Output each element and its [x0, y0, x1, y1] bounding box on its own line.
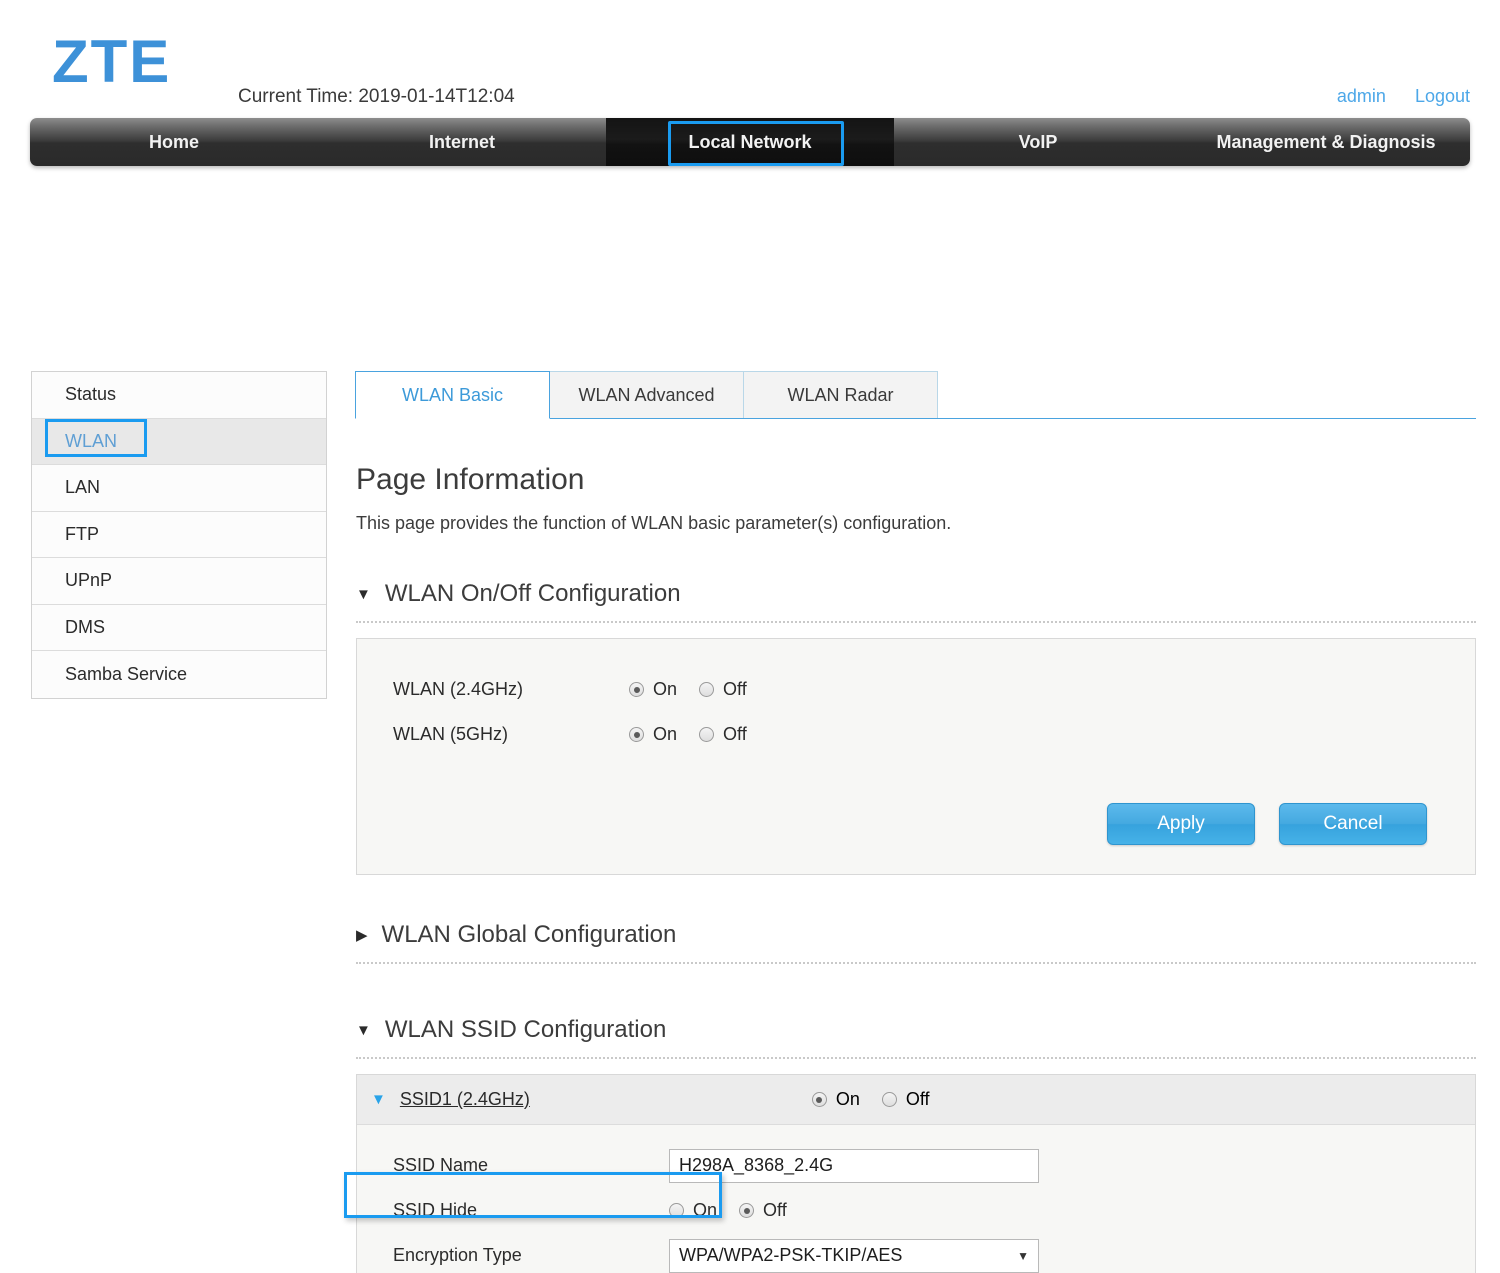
sidebar-item-lan[interactable]: LAN	[32, 465, 326, 512]
caret-right-icon: ▶	[356, 926, 368, 944]
content-tabs: WLAN Basic WLAN Advanced WLAN Radar	[356, 371, 1476, 419]
section-header-wlan-global[interactable]: ▶ WLAN Global Configuration	[356, 921, 1476, 949]
radio-wlan-24ghz-on[interactable]: On	[629, 679, 677, 700]
radio-wlan-5ghz-off[interactable]: Off	[699, 724, 747, 745]
radio-label-off: Off	[723, 724, 747, 745]
radio-label-on: On	[653, 679, 677, 700]
radio-wlan-24ghz-off[interactable]: Off	[699, 679, 747, 700]
label-ssid-name: SSID Name	[393, 1155, 669, 1176]
sidebar-item-samba-service[interactable]: Samba Service	[32, 651, 326, 698]
radio-label-off: Off	[723, 679, 747, 700]
radio-icon-on	[812, 1092, 827, 1107]
radio-group-ssid1-enable: On Off	[812, 1089, 952, 1110]
current-time-label: Current Time: 2019-01-14T12:04	[238, 86, 515, 108]
section-header-wlan-ssid[interactable]: ▼ WLAN SSID Configuration	[356, 1016, 1476, 1044]
radio-group-wlan-5ghz: On Off	[629, 724, 769, 745]
radio-label-on: On	[693, 1200, 717, 1221]
field-row-ssid-name: SSID Name	[357, 1143, 1475, 1188]
ssid-entry-header: ▼ SSID1 (2.4GHz) On Off	[357, 1075, 1475, 1125]
radio-label-on: On	[836, 1089, 860, 1110]
tab-wlan-advanced[interactable]: WLAN Advanced	[549, 371, 744, 419]
tab-wlan-radar[interactable]: WLAN Radar	[743, 371, 938, 419]
radio-ssid-hide-on[interactable]: On	[669, 1200, 717, 1221]
tab-wlan-basic[interactable]: WLAN Basic	[355, 371, 550, 419]
row-wlan-24ghz: WLAN (2.4GHz) On Off	[357, 667, 1475, 712]
label-wlan-5ghz: WLAN (5GHz)	[393, 724, 629, 745]
label-wlan-24ghz: WLAN (2.4GHz)	[393, 679, 629, 700]
caret-down-icon: ▼	[371, 1091, 386, 1108]
sidebar-item-status[interactable]: Status	[32, 372, 326, 419]
content-area: WLAN Basic WLAN Advanced WLAN Radar Page…	[356, 371, 1476, 1273]
radio-ssid1-off[interactable]: Off	[882, 1089, 930, 1110]
section-title-wlan-global: WLAN Global Configuration	[382, 921, 677, 949]
radio-icon-off	[669, 1203, 684, 1218]
section-title-wlan-onoff: WLAN On/Off Configuration	[385, 580, 681, 608]
panel-wlan-onoff: WLAN (2.4GHz) On Off WLAN (5GHz)	[356, 638, 1476, 875]
radio-ssid-hide-off[interactable]: Off	[739, 1200, 787, 1221]
field-row-encryption-type: Encryption Type WPA/WPA2-PSK-TKIP/AES ▼	[357, 1233, 1475, 1273]
ssid-entry-link[interactable]: SSID1 (2.4GHz)	[400, 1089, 812, 1110]
radio-label-off: Off	[906, 1089, 930, 1110]
section-divider	[356, 1057, 1476, 1059]
header-links: admin Logout	[1313, 86, 1470, 107]
label-ssid-hide: SSID Hide	[393, 1200, 669, 1221]
section-divider	[356, 962, 1476, 964]
admin-link[interactable]: admin	[1337, 86, 1386, 106]
label-encryption-type: Encryption Type	[393, 1245, 669, 1266]
radio-icon-on	[629, 727, 644, 742]
panel-wlan-ssid: ▼ SSID1 (2.4GHz) On Off SSID Name	[356, 1074, 1476, 1273]
radio-label-on: On	[653, 724, 677, 745]
radio-ssid1-on[interactable]: On	[812, 1089, 860, 1110]
section-header-wlan-onoff[interactable]: ▼ WLAN On/Off Configuration	[356, 580, 1476, 608]
radio-icon-on	[629, 682, 644, 697]
row-wlan-5ghz: WLAN (5GHz) On Off	[357, 712, 1475, 757]
ssid-name-input[interactable]	[669, 1149, 1039, 1183]
button-row-wlan-onoff: Apply Cancel	[357, 803, 1475, 845]
caret-down-icon: ▼	[356, 1022, 371, 1039]
nav-item-local-network[interactable]: Local Network	[606, 118, 894, 166]
radio-icon-off	[699, 682, 714, 697]
page-header: ZTE Current Time: 2019-01-14T12:04 admin…	[0, 0, 1500, 118]
section-divider	[356, 621, 1476, 623]
field-row-ssid-hide: SSID Hide On Off	[357, 1188, 1475, 1233]
logout-link[interactable]: Logout	[1415, 86, 1470, 106]
radio-group-wlan-24ghz: On Off	[629, 679, 769, 700]
nav-item-internet[interactable]: Internet	[318, 118, 606, 166]
radio-wlan-5ghz-on[interactable]: On	[629, 724, 677, 745]
nav-item-voip[interactable]: VoIP	[894, 118, 1182, 166]
encryption-type-value: WPA/WPA2-PSK-TKIP/AES	[679, 1245, 902, 1266]
zte-logo: ZTE	[52, 32, 171, 92]
chevron-down-icon: ▼	[1017, 1249, 1029, 1263]
page-title: Page Information	[356, 463, 1476, 497]
main-navigation: Home Internet Local Network VoIP Managem…	[30, 118, 1470, 166]
sidebar-item-wlan[interactable]: WLAN	[32, 419, 326, 466]
radio-group-ssid-hide: On Off	[669, 1200, 809, 1221]
radio-icon-off	[882, 1092, 897, 1107]
nav-item-management-diagnosis[interactable]: Management & Diagnosis	[1182, 118, 1470, 166]
radio-label-off: Off	[763, 1200, 787, 1221]
sidebar-item-dms[interactable]: DMS	[32, 605, 326, 652]
cancel-button-wlan-onoff[interactable]: Cancel	[1279, 803, 1427, 845]
section-title-wlan-ssid: WLAN SSID Configuration	[385, 1016, 666, 1044]
caret-down-icon: ▼	[356, 586, 371, 603]
page-description: This page provides the function of WLAN …	[356, 513, 1476, 534]
sidebar-menu: Status WLAN LAN FTP UPnP DMS Samba Servi…	[31, 371, 327, 699]
radio-icon-off	[699, 727, 714, 742]
sidebar-item-ftp[interactable]: FTP	[32, 512, 326, 559]
nav-item-home[interactable]: Home	[30, 118, 318, 166]
radio-icon-on	[739, 1203, 754, 1218]
sidebar-item-upnp[interactable]: UPnP	[32, 558, 326, 605]
apply-button-wlan-onoff[interactable]: Apply	[1107, 803, 1255, 845]
encryption-type-select[interactable]: WPA/WPA2-PSK-TKIP/AES ▼	[669, 1239, 1039, 1273]
